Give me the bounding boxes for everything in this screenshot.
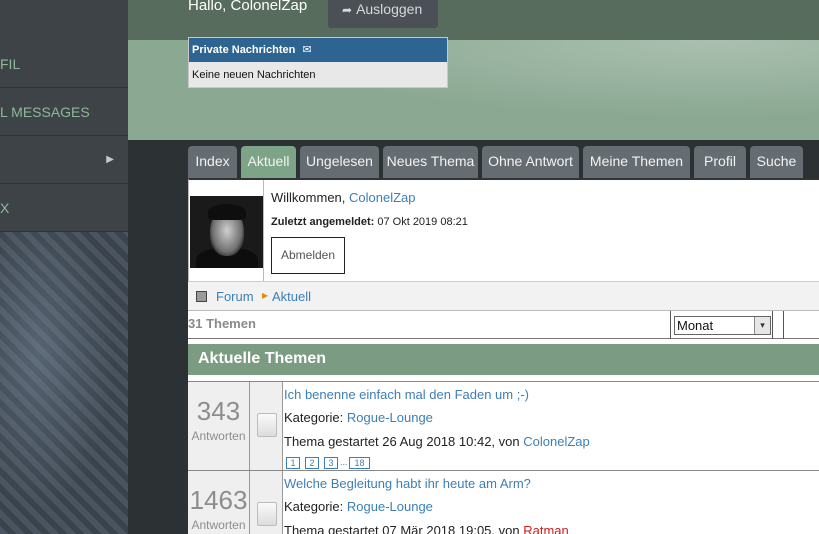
page-link[interactable]: 1 bbox=[286, 457, 300, 469]
sidebar-item-label: L MESSAGES bbox=[0, 104, 90, 120]
started-text: Thema gestartet 07 Mär 2018 19:05, von bbox=[284, 523, 520, 534]
tab-profil[interactable]: Profil bbox=[694, 146, 746, 178]
tab-meine-themen[interactable]: Meine Themen bbox=[583, 146, 690, 178]
sidebar-item-submenu[interactable]: ▶ bbox=[0, 136, 128, 184]
welcome-username-link[interactable]: ColonelZap bbox=[349, 190, 416, 205]
started-text: Thema gestartet 26 Aug 2018 10:42, von bbox=[284, 434, 520, 449]
page-link[interactable]: 18 bbox=[349, 457, 370, 469]
chevron-right-icon: ▶ bbox=[106, 154, 114, 165]
sidebar-item-x[interactable]: X bbox=[0, 184, 128, 232]
document-icon bbox=[257, 413, 277, 437]
reply-count-cell: 1463 Antworten bbox=[188, 471, 250, 534]
breadcrumb: Forum ▶ Aktuell bbox=[188, 281, 819, 311]
page-link[interactable]: 2 bbox=[305, 457, 319, 469]
topic-title-link[interactable]: Welche Begleitung habt ihr heute am Arm? bbox=[284, 476, 531, 491]
tab-suche[interactable]: Suche bbox=[750, 146, 803, 178]
topic-icon-cell bbox=[250, 471, 283, 534]
category-link[interactable]: Rogue-Lounge bbox=[347, 410, 433, 425]
category-label: Kategorie: bbox=[284, 499, 344, 514]
private-messages-header[interactable]: Private Nachrichten ✉ bbox=[189, 38, 447, 62]
category-label: Kategorie: bbox=[284, 410, 344, 425]
tab-neues-thema[interactable]: Neues Thema bbox=[383, 146, 478, 178]
breadcrumb-forum-link[interactable]: Forum bbox=[216, 289, 254, 304]
period-select-value: Monat bbox=[677, 318, 714, 333]
left-sidebar: FIL L MESSAGES ▶ X bbox=[0, 0, 128, 534]
home-icon[interactable] bbox=[196, 291, 207, 302]
divider bbox=[783, 311, 784, 339]
topic-count: 31 Themen bbox=[188, 316, 256, 331]
private-messages-panel: Private Nachrichten ✉ Keine neuen Nachri… bbox=[188, 37, 448, 88]
sidebar-item-label: FIL bbox=[0, 56, 21, 72]
welcome-panel: Willkommen, ColonelZap Zuletzt angemelde… bbox=[188, 178, 819, 281]
private-messages-title: Private Nachrichten bbox=[192, 44, 296, 56]
divider bbox=[670, 311, 671, 339]
sidebar-item-label: X bbox=[0, 200, 10, 216]
document-icon bbox=[257, 502, 277, 526]
welcome-message: Willkommen, ColonelZap bbox=[271, 190, 416, 205]
reply-count: 1463 bbox=[189, 485, 248, 515]
topic-count-row: 31 Themen Monat ▾ bbox=[188, 311, 819, 339]
logout-label: Ausloggen bbox=[356, 1, 423, 17]
author-link[interactable]: ColonelZap bbox=[523, 434, 590, 449]
sidebar-background-image bbox=[0, 232, 128, 534]
last-login-label: Zuletzt angemeldet: bbox=[271, 216, 375, 228]
author-link[interactable]: Ratman bbox=[523, 523, 569, 534]
topic-icon-cell bbox=[250, 382, 283, 470]
avatar[interactable] bbox=[190, 196, 264, 268]
pagination-ellipsis: ... bbox=[340, 457, 348, 467]
tab-ohne-antwort[interactable]: Ohne Antwort bbox=[482, 146, 579, 178]
breadcrumb-current-link[interactable]: Aktuell bbox=[272, 289, 311, 304]
greeting-text: Hallo, ColonelZap bbox=[188, 0, 308, 14]
private-messages-status: Keine neuen Nachrichten bbox=[192, 69, 316, 81]
topic-category: Kategorie: Rogue-Lounge bbox=[284, 499, 433, 514]
category-link[interactable]: Rogue-Lounge bbox=[347, 499, 433, 514]
page-link[interactable]: 3 bbox=[324, 457, 338, 469]
main-content: Willkommen, ColonelZap Zuletzt angemelde… bbox=[188, 178, 819, 534]
section-title: Aktuelle Themen bbox=[188, 344, 819, 375]
sidebar-item-profile[interactable]: FIL bbox=[0, 40, 128, 88]
last-login: Zuletzt angemeldet: 07 Okt 2019 08:21 bbox=[271, 216, 468, 228]
reply-count-label: Antworten bbox=[191, 518, 246, 532]
mail-icon: ✉ bbox=[302, 44, 312, 56]
sidebar-item-messages[interactable]: L MESSAGES bbox=[0, 88, 128, 136]
divider bbox=[263, 180, 264, 281]
top-bar: Hallo, ColonelZap ➦ Ausloggen bbox=[128, 0, 819, 40]
topic-title-link[interactable]: Ich benenne einfach mal den Faden um ;-) bbox=[284, 387, 529, 402]
period-select[interactable]: Monat ▾ bbox=[674, 316, 771, 335]
reply-count-cell: 343 Antworten bbox=[188, 382, 250, 470]
avatar-cap bbox=[208, 204, 246, 220]
logout-icon: ➦ bbox=[342, 3, 353, 17]
welcome-prefix: Willkommen, bbox=[271, 190, 346, 205]
divider bbox=[772, 311, 773, 339]
topic-row: 1463 Antworten Welche Begleitung habt ih… bbox=[188, 470, 819, 534]
tab-ungelesen[interactable]: Ungelesen bbox=[300, 146, 379, 178]
last-login-value: 07 Okt 2019 08:21 bbox=[377, 216, 468, 228]
reply-count: 343 bbox=[196, 396, 241, 426]
tab-aktuell[interactable]: Aktuell bbox=[241, 146, 296, 178]
topic-category: Kategorie: Rogue-Lounge bbox=[284, 410, 433, 425]
abmelden-button[interactable]: Abmelden bbox=[271, 237, 345, 274]
reply-count-label: Antworten bbox=[191, 429, 246, 443]
topic-row: 343 Antworten Ich benenne einfach mal de… bbox=[188, 381, 819, 470]
tab-index[interactable]: Index bbox=[188, 146, 237, 178]
chevron-down-icon[interactable]: ▾ bbox=[754, 317, 770, 334]
breadcrumb-separator-icon: ▶ bbox=[262, 291, 269, 300]
logout-button[interactable]: ➦ Ausloggen bbox=[328, 0, 438, 28]
topic-started: Thema gestartet 07 Mär 2018 19:05, von R… bbox=[284, 523, 569, 534]
topic-started: Thema gestartet 26 Aug 2018 10:42, von C… bbox=[284, 434, 590, 449]
